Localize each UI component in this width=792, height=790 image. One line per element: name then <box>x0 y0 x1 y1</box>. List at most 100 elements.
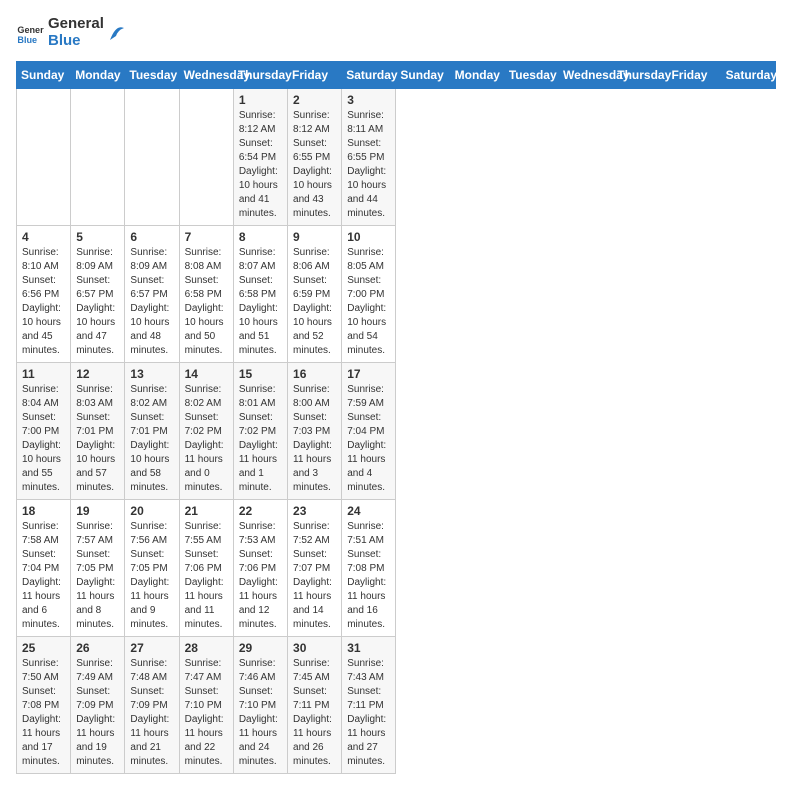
cell-info: Sunrise: 8:02 AM Sunset: 7:01 PM Dayligh… <box>130 383 173 495</box>
calendar-cell: 22Sunrise: 7:53 AM Sunset: 7:06 PM Dayli… <box>233 500 287 637</box>
day-number: 25 <box>22 641 65 655</box>
calendar-cell: 11Sunrise: 8:04 AM Sunset: 7:00 PM Dayli… <box>17 363 71 500</box>
calendar-cell: 9Sunrise: 8:06 AM Sunset: 6:59 PM Daylig… <box>288 226 342 363</box>
cell-info: Sunrise: 7:53 AM Sunset: 7:06 PM Dayligh… <box>239 520 282 632</box>
logo-icon: General Blue <box>16 19 44 47</box>
calendar-cell: 23 Sunrise: 7:52 AM Sunset: 7:07 PM Dayli… <box>288 500 342 637</box>
day-number: 1 <box>239 93 282 107</box>
day-number: 17 <box>347 367 390 381</box>
cell-info: Sunrise: 7:51 AM Sunset: 7:08 PM Dayligh… <box>347 520 390 632</box>
calendar-cell: 5Sunrise: 8:09 AM Sunset: 6:57 PM Daylig… <box>71 226 125 363</box>
day-number: 10 <box>347 230 390 244</box>
cell-info: Sunrise: 7:56 AM Sunset: 7:05 PM Dayligh… <box>130 520 173 632</box>
day-number: 28 <box>185 641 228 655</box>
calendar-week-row: 4 Sunrise: 8:10 AM Sunset: 6:56 PM Daylig… <box>17 226 776 363</box>
calendar-week-row: 18Sunrise: 7:58 AM Sunset: 7:04 PM Dayli… <box>17 500 776 637</box>
day-number: 19 <box>76 504 119 518</box>
day-number: 26 <box>76 641 119 655</box>
logo: General Blue General Blue <box>16 16 126 49</box>
cell-info: Sunrise: 8:05 AM Sunset: 7:00 PM Dayligh… <box>347 246 390 358</box>
header-monday: Monday <box>71 62 125 89</box>
cell-info: Sunrise: 7:43 AM Sunset: 7:11 PM Dayligh… <box>347 657 390 769</box>
calendar-cell: 26Sunrise: 7:49 AM Sunset: 7:09 PM Dayli… <box>71 637 125 774</box>
cell-info: Sunrise: 7:47 AM Sunset: 7:10 PM Dayligh… <box>185 657 228 769</box>
header-day-tuesday: Tuesday <box>504 62 558 89</box>
logo-blue: Blue <box>48 33 104 50</box>
calendar-cell: 13 Sunrise: 8:02 AM Sunset: 7:01 PM Dayli… <box>125 363 179 500</box>
header-day-friday: Friday <box>667 62 721 89</box>
cell-info: Sunrise: 7:58 AM Sunset: 7:04 PM Dayligh… <box>22 520 65 632</box>
header-sunday: Sunday <box>17 62 71 89</box>
svg-text:Blue: Blue <box>17 34 37 44</box>
header-tuesday: Tuesday <box>125 62 179 89</box>
calendar-cell: 25 Sunrise: 7:50 AM Sunset: 7:08 PM Dayli… <box>17 637 71 774</box>
cell-info: Sunrise: 8:10 AM Sunset: 6:56 PM Dayligh… <box>22 246 65 358</box>
header-day-wednesday: Wednesday <box>559 62 613 89</box>
cell-info: Sunrise: 7:48 AM Sunset: 7:09 PM Dayligh… <box>130 657 173 769</box>
day-number: 2 <box>293 93 336 107</box>
calendar-cell <box>17 89 71 226</box>
calendar-cell: 16Sunrise: 8:00 AM Sunset: 7:03 PM Dayli… <box>288 363 342 500</box>
cell-info: Sunrise: 7:59 AM Sunset: 7:04 PM Dayligh… <box>347 383 390 495</box>
calendar-cell <box>71 89 125 226</box>
cell-info: Sunrise: 8:01 AM Sunset: 7:02 PM Dayligh… <box>239 383 282 495</box>
day-number: 5 <box>76 230 119 244</box>
day-number: 13 <box>130 367 173 381</box>
cell-info: Sunrise: 7:55 AM Sunset: 7:06 PM Dayligh… <box>185 520 228 632</box>
calendar-cell: 18Sunrise: 7:58 AM Sunset: 7:04 PM Dayli… <box>17 500 71 637</box>
calendar-header-row: SundayMondayTuesdayWednesdayThursdayFrid… <box>17 62 776 89</box>
calendar-week-row: 1 Sunrise: 8:12 AM Sunset: 6:54 PM Daylig… <box>17 89 776 226</box>
day-number: 31 <box>347 641 390 655</box>
calendar-cell: 1 Sunrise: 8:12 AM Sunset: 6:54 PM Daylig… <box>233 89 287 226</box>
calendar-cell: 2Sunrise: 8:12 AM Sunset: 6:55 PM Daylig… <box>288 89 342 226</box>
header-day-thursday: Thursday <box>613 62 667 89</box>
calendar-table: SundayMondayTuesdayWednesdayThursdayFrid… <box>16 61 776 774</box>
calendar-cell: 27 Sunrise: 7:48 AM Sunset: 7:09 PM Dayli… <box>125 637 179 774</box>
day-number: 11 <box>22 367 65 381</box>
calendar-cell: 14Sunrise: 8:02 AM Sunset: 7:02 PM Dayli… <box>179 363 233 500</box>
cell-info: Sunrise: 7:52 AM Sunset: 7:07 PM Dayligh… <box>293 520 336 632</box>
day-number: 7 <box>185 230 228 244</box>
day-number: 15 <box>239 367 282 381</box>
cell-info: Sunrise: 8:08 AM Sunset: 6:58 PM Dayligh… <box>185 246 228 358</box>
day-number: 3 <box>347 93 390 107</box>
day-number: 27 <box>130 641 173 655</box>
day-number: 30 <box>293 641 336 655</box>
cell-info: Sunrise: 7:46 AM Sunset: 7:10 PM Dayligh… <box>239 657 282 769</box>
cell-info: Sunrise: 7:45 AM Sunset: 7:11 PM Dayligh… <box>293 657 336 769</box>
day-number: 9 <box>293 230 336 244</box>
page-header: General Blue General Blue <box>16 16 776 49</box>
logo-general: General <box>48 16 104 33</box>
calendar-cell <box>125 89 179 226</box>
day-number: 21 <box>185 504 228 518</box>
day-number: 14 <box>185 367 228 381</box>
header-day-saturday: Saturday <box>721 62 775 89</box>
calendar-cell: 10 Sunrise: 8:05 AM Sunset: 7:00 PM Dayli… <box>342 226 396 363</box>
cell-info: Sunrise: 8:00 AM Sunset: 7:03 PM Dayligh… <box>293 383 336 495</box>
day-number: 29 <box>239 641 282 655</box>
header-wednesday: Wednesday <box>179 62 233 89</box>
calendar-cell: 20Sunrise: 7:56 AM Sunset: 7:05 PM Dayli… <box>125 500 179 637</box>
calendar-cell: 6Sunrise: 8:09 AM Sunset: 6:57 PM Daylig… <box>125 226 179 363</box>
day-number: 24 <box>347 504 390 518</box>
calendar-week-row: 11Sunrise: 8:04 AM Sunset: 7:00 PM Dayli… <box>17 363 776 500</box>
calendar-cell: 30 Sunrise: 7:45 AM Sunset: 7:11 PM Dayli… <box>288 637 342 774</box>
calendar-cell: 24 Sunrise: 7:51 AM Sunset: 7:08 PM Dayli… <box>342 500 396 637</box>
cell-info: Sunrise: 8:12 AM Sunset: 6:54 PM Dayligh… <box>239 109 282 221</box>
day-number: 12 <box>76 367 119 381</box>
day-number: 23 <box>293 504 336 518</box>
cell-info: Sunrise: 8:11 AM Sunset: 6:55 PM Dayligh… <box>347 109 390 221</box>
calendar-cell: 15 Sunrise: 8:01 AM Sunset: 7:02 PM Dayli… <box>233 363 287 500</box>
day-number: 6 <box>130 230 173 244</box>
header-saturday: Saturday <box>342 62 396 89</box>
calendar-cell: 12Sunrise: 8:03 AM Sunset: 7:01 PM Dayli… <box>71 363 125 500</box>
calendar-cell: 17 Sunrise: 7:59 AM Sunset: 7:04 PM Dayli… <box>342 363 396 500</box>
cell-info: Sunrise: 7:50 AM Sunset: 7:08 PM Dayligh… <box>22 657 65 769</box>
calendar-week-row: 25 Sunrise: 7:50 AM Sunset: 7:08 PM Dayli… <box>17 637 776 774</box>
day-number: 4 <box>22 230 65 244</box>
header-day-monday: Monday <box>450 62 504 89</box>
header-day-sunday: Sunday <box>396 62 450 89</box>
logo-bird-icon <box>108 22 126 44</box>
calendar-cell: 8Sunrise: 8:07 AM Sunset: 6:58 PM Daylig… <box>233 226 287 363</box>
calendar-cell: 19Sunrise: 7:57 AM Sunset: 7:05 PM Dayli… <box>71 500 125 637</box>
